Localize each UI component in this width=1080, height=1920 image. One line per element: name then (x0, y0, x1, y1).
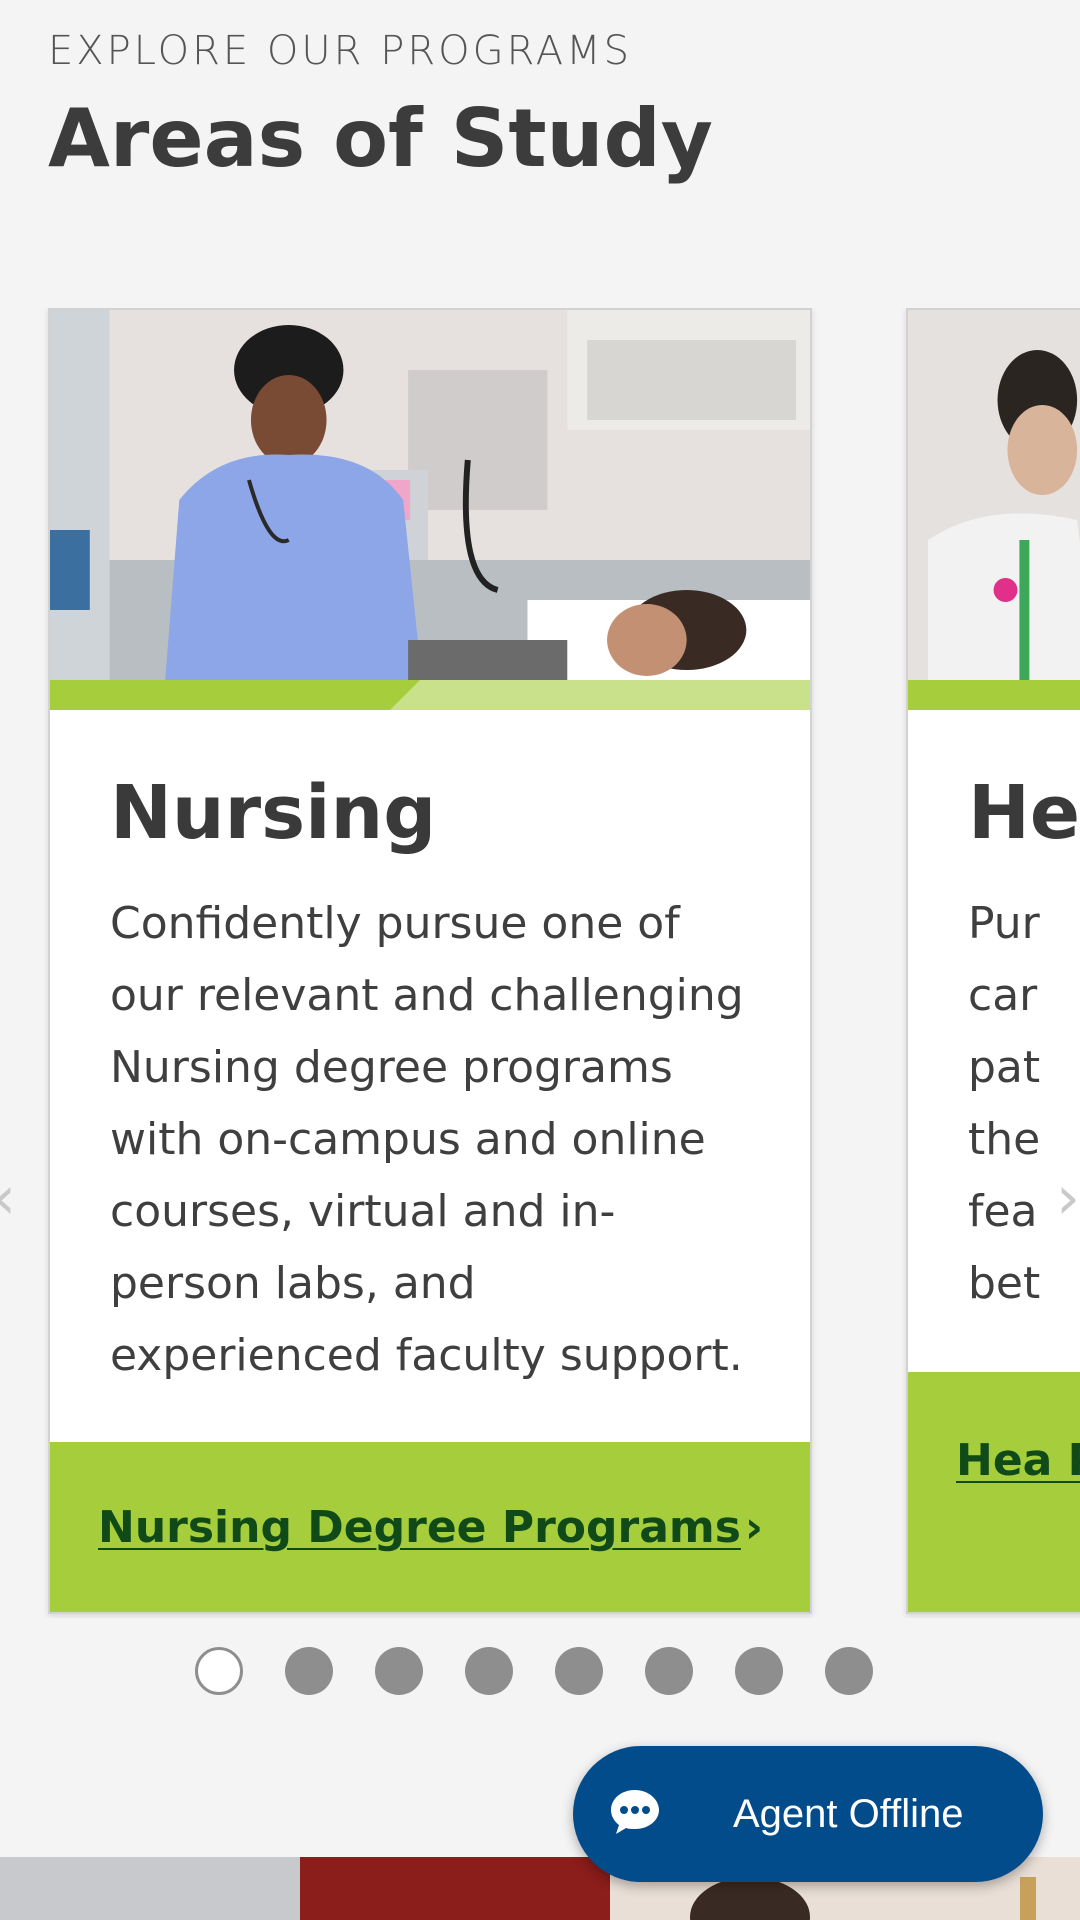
pagination-dot[interactable] (375, 1647, 423, 1695)
pagination-dot[interactable] (645, 1647, 693, 1695)
card-description: Confidently pursue one of our relevant a… (110, 898, 744, 1381)
card-title: He (968, 770, 1080, 856)
chat-button[interactable]: Agent Offline (573, 1746, 1043, 1882)
pagination-dot[interactable] (285, 1647, 333, 1695)
pagination-dot[interactable] (555, 1647, 603, 1695)
program-card-nursing: Nursing Confidently pursue one of our re… (48, 308, 812, 1614)
pagination-dot[interactable] (825, 1647, 873, 1695)
program-card-health[interactable]: He Pur car pat the fea bet Hea Pro (906, 308, 1080, 1614)
card-title: Nursing (110, 770, 437, 856)
nursing-photo (50, 310, 810, 680)
health-photo (908, 310, 1080, 680)
chevron-right-icon: › (744, 1501, 764, 1553)
nursing-programs-link[interactable]: Nursing Degree Programs› (98, 1502, 763, 1553)
card-cta-bar: Nursing Degree Programs› (50, 1442, 810, 1612)
pagination-dot[interactable] (735, 1647, 783, 1695)
section-heading: Areas of Study (48, 92, 713, 185)
card-accent-stripe (908, 680, 1080, 710)
cta-link-label: Nursing Degree Programs (98, 1501, 741, 1553)
chevron-left-icon[interactable]: ‹ (0, 1168, 22, 1228)
health-programs-link[interactable]: Hea Pro (956, 1424, 1080, 1498)
chat-status-label: Agent Offline (733, 1792, 964, 1836)
chat-bubble-icon (611, 1790, 659, 1834)
programs-carousel: Nursing Confidently pursue one of our re… (0, 308, 1080, 1618)
chevron-right-icon[interactable]: › (1056, 1168, 1080, 1228)
pagination-dot[interactable] (465, 1647, 513, 1695)
carousel-pagination (195, 1647, 873, 1695)
card-accent-stripe (50, 680, 810, 710)
card-cta-bar: Hea Pro (908, 1372, 1080, 1612)
section-eyebrow: EXPLORE OUR PROGRAMS (48, 28, 633, 74)
pagination-dot[interactable] (195, 1647, 243, 1695)
card-description: Pur car pat the fea bet (968, 898, 1041, 1309)
